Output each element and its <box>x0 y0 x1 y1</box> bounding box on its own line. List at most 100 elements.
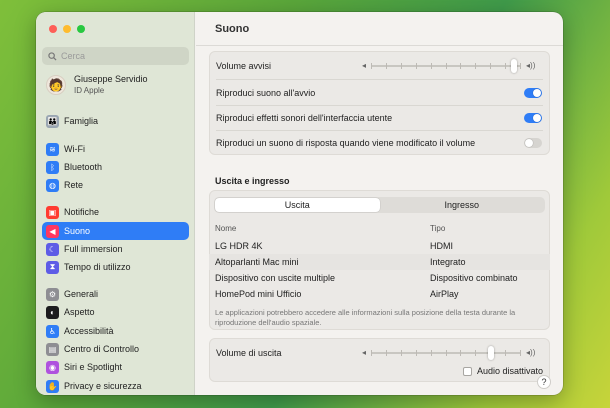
slider-tick <box>475 349 477 356</box>
volume-feedback-toggle[interactable] <box>524 138 542 148</box>
user-subtitle: ID Apple <box>74 86 105 95</box>
slider-tick <box>490 62 492 69</box>
startup-sound-toggle[interactable] <box>524 88 542 98</box>
slider-tick <box>460 349 462 356</box>
toggle-row-ui-sounds: Riproduci effetti sonori dell'interfacci… <box>210 106 549 130</box>
mute-option[interactable]: Audio disattivato <box>462 366 543 376</box>
zoom-button[interactable] <box>77 25 85 33</box>
device-type: Integrato <box>430 257 466 267</box>
close-button[interactable] <box>49 25 57 33</box>
slider-tick <box>416 62 418 69</box>
slider-tick <box>505 62 507 69</box>
network-icon: ◍ <box>46 178 59 192</box>
sidebar-item-label: Notifiche <box>64 207 100 217</box>
output-volume-slider[interactable]: ◂ ◂)) <box>362 345 535 360</box>
column-header-name: Nome <box>215 224 237 233</box>
sidebar-item-tempo-di-utilizzo[interactable]: ⧗ Tempo di utilizzo <box>42 258 189 276</box>
slider-tick <box>386 62 388 69</box>
speaker-high-icon: ◂)) <box>526 61 536 70</box>
sidebar-item-label: Bluetooth <box>64 162 103 172</box>
device-type: AirPlay <box>430 289 459 299</box>
device-name: LG HDR 4K <box>215 241 263 251</box>
sidebar-item-bluetooth[interactable]: ᛒ Bluetooth <box>42 158 189 176</box>
toggle-label-ui-sounds: Riproduci effetti sonori dell'interfacci… <box>216 113 393 123</box>
slider-tick <box>446 62 448 69</box>
sidebar-item-label: Rete <box>64 180 84 190</box>
device-name: HomePod mini Ufficio <box>215 289 302 299</box>
control-center-icon: ▤ <box>46 342 59 356</box>
sidebar-item-label: Centro di Controllo <box>64 344 140 354</box>
sidebar-item-label: Siri e Spotlight <box>64 362 123 372</box>
sidebar-item-label: Suono <box>64 226 91 236</box>
slider-tick <box>401 349 403 356</box>
screen-time-icon: ⧗ <box>46 260 59 274</box>
alert-volume-row: Volume avvisi ◂ ◂)) <box>210 54 549 78</box>
slider-tick <box>371 62 373 69</box>
column-header-type: Tipo <box>430 224 446 233</box>
section-title-output-input: Uscita e ingresso <box>215 176 290 186</box>
slider-tick <box>505 349 507 356</box>
sound-icon: ◀ <box>46 224 59 238</box>
title-divider <box>196 45 563 46</box>
traffic-lights <box>49 25 85 33</box>
minimize-button[interactable] <box>63 25 71 33</box>
ui-sounds-toggle[interactable] <box>524 113 542 123</box>
output-volume-track[interactable] <box>371 345 522 360</box>
sidebar-item-centro-di-controllo[interactable]: ▤ Centro di Controllo <box>42 340 189 358</box>
user-account[interactable]: 🧑 Giuseppe Servidio ID Apple <box>46 74 148 96</box>
sidebar-item-accessibilit-[interactable]: ♿ Accessibilità <box>42 322 189 340</box>
avatar: 🧑 <box>46 75 66 95</box>
table-row[interactable]: Altoparlanti Mac mini Integrato <box>209 254 550 270</box>
slider-tick <box>475 62 477 69</box>
sidebar-item-label: Accessibilità <box>64 326 114 336</box>
sidebar-item-aspetto[interactable]: ◐ Aspetto <box>42 303 189 321</box>
device-type: HDMI <box>430 241 453 251</box>
alerts-card: Volume avvisi ◂ ◂)) Riproduci suono all'… <box>209 51 550 155</box>
help-button[interactable]: ? <box>537 375 551 389</box>
slider-tick <box>431 62 433 69</box>
sidebar-item-label: Full immersion <box>64 244 123 254</box>
tab-output[interactable]: Uscita <box>215 198 380 212</box>
sidebar-item-suono[interactable]: ◀ Suono <box>42 222 189 240</box>
device-table-header: Nome Tipo <box>209 222 550 236</box>
sidebar-item-label: Aspetto <box>64 307 95 317</box>
slider-tick <box>520 349 522 356</box>
alert-volume-label: Volume avvisi <box>216 61 272 71</box>
sidebar-item-wi-fi[interactable]: ≋ Wi-Fi <box>42 140 189 158</box>
sidebar-item-siri-e-spotlight[interactable]: ◉ Siri e Spotlight <box>42 358 189 376</box>
mute-checkbox[interactable] <box>462 366 472 376</box>
spatial-audio-note: Le applicazioni potrebbero accedere alle… <box>215 308 516 327</box>
mute-label: Audio disattivato <box>476 366 543 376</box>
toggle-label-startup: Riproduci suono all'avvio <box>216 88 316 98</box>
slider-tick <box>416 349 418 356</box>
search-box[interactable] <box>42 47 189 65</box>
table-row[interactable]: Dispositivo con uscite multiple Dispositi… <box>209 270 550 286</box>
sidebar-item-notifiche[interactable]: ▣ Notifiche <box>42 203 189 221</box>
table-row[interactable]: HomePod mini Ufficio AirPlay <box>209 286 550 302</box>
search-input[interactable] <box>61 51 181 61</box>
alert-volume-slider[interactable]: ◂ ◂)) <box>362 58 536 73</box>
sidebar-item-full-immersion[interactable]: ☾ Full immersion <box>42 240 189 258</box>
siri-icon: ◉ <box>46 360 59 374</box>
slider-thumb[interactable] <box>511 58 518 73</box>
alert-volume-track[interactable] <box>371 58 522 73</box>
wifi-icon: ≋ <box>46 142 59 156</box>
sidebar-item-famiglia[interactable]: 👪 Famiglia <box>42 112 189 130</box>
sidebar-item-privacy-e-sicurezza[interactable]: ✋ Privacy e sicurezza <box>42 377 189 395</box>
search-icon <box>48 51 57 61</box>
speaker-low-icon: ◂ <box>362 348 367 357</box>
family-icon: 👪 <box>46 114 59 128</box>
table-row[interactable]: LG HDR 4K HDMI <box>209 238 550 254</box>
slider-thumb[interactable] <box>488 345 495 360</box>
settings-window: 🧑 Giuseppe Servidio ID Apple 👪 Famiglia ≋ W… <box>36 12 563 395</box>
output-input-segmented-control: Uscita Ingresso <box>214 197 545 213</box>
sidebar-item-label: Wi-Fi <box>64 144 85 154</box>
main-pane: Suono Volume avvisi ◂ ◂)) Riproduci suon… <box>196 12 563 395</box>
sidebar-item-generali[interactable]: ⚙ Generali <box>42 285 189 303</box>
tab-input[interactable]: Ingresso <box>380 198 545 212</box>
output-volume-row: Volume di uscita ◂ ◂)) <box>210 341 549 365</box>
slider-tick <box>520 62 522 69</box>
page-title: Suono <box>215 23 250 35</box>
sidebar-item-rete[interactable]: ◍ Rete <box>42 176 189 194</box>
slider-tick <box>401 62 403 69</box>
